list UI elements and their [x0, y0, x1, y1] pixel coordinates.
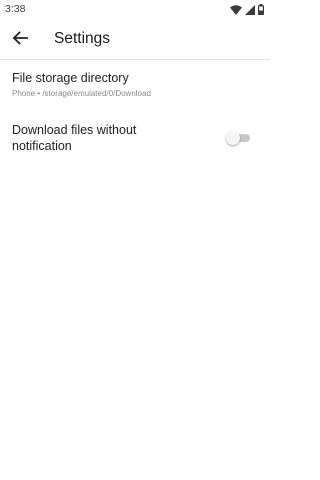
setting-title: File storage directory [12, 71, 129, 85]
wifi-icon [230, 4, 242, 15]
status-bar: 3:38 [0, 0, 270, 20]
page-title: Settings [54, 30, 111, 47]
file-storage-directory-setting[interactable]: File storage directory Phone • /storage/… [0, 62, 270, 112]
status-icons [230, 4, 264, 15]
app-bar: Settings [0, 20, 270, 60]
notification-toggle[interactable] [226, 131, 250, 145]
toggle-thumb [226, 131, 240, 145]
setting-title: Download files without notification [12, 123, 137, 153]
download-without-notification-setting[interactable]: Download files without notification [0, 114, 270, 162]
cell-signal-icon [245, 4, 255, 15]
back-button[interactable] [8, 28, 32, 52]
arrow-left-icon [12, 30, 28, 51]
status-time: 3:38 [5, 3, 26, 15]
battery-icon [258, 4, 264, 15]
setting-subtitle: Phone • /storage/emulated/0/Download [12, 89, 151, 98]
